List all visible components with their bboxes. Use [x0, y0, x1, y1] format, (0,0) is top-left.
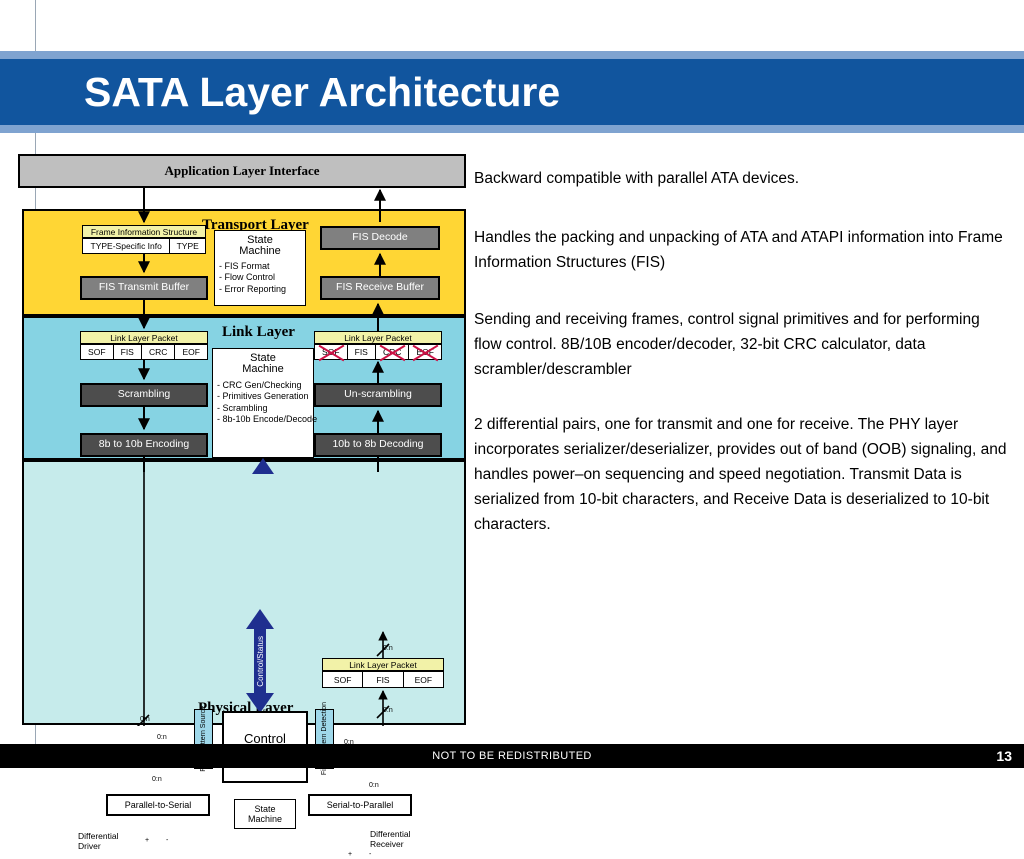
decoding-10b8b-block: 10b to 8b Decoding [314, 433, 442, 457]
link-sm-item: - CRC Gen/Checking [217, 380, 302, 391]
tx-packet-cell-eof: EOF [182, 347, 200, 357]
footer-note: NOT TO BE REDISTRIBUTED [432, 750, 592, 762]
note-paragraph-2: Handles the packing and unpacking of ATA… [474, 229, 1003, 271]
tx-link-layer-packet-header: Link Layer Packet [80, 331, 208, 344]
tx-link-layer-packet-cells: SOF FIS CRC EOF [80, 344, 208, 360]
bus-width-label: 0:n [157, 734, 167, 741]
rx-packet-cell-eof: EOF [409, 345, 441, 359]
rx-link-layer-packet-cells: SOF FIS CRC EOF [314, 344, 442, 360]
dr-line1: Differential [370, 829, 411, 839]
fis-transmit-buffer-block: FIS Transmit Buffer [80, 276, 208, 300]
fps-line2: Source [199, 706, 207, 729]
fis-cell-type: TYPE [176, 241, 199, 251]
page-number: 13 [996, 748, 1012, 764]
parallel-to-serial-block: Parallel-to-Serial [106, 794, 210, 816]
driver-minus-sign: - [166, 837, 169, 844]
serial-to-parallel-block: Serial-to-Parallel [308, 794, 412, 816]
phy-link-layer-packet-header: Link Layer Packet [322, 658, 444, 671]
receiver-minus-sign: - [369, 851, 372, 858]
fpd-line2: Detection [320, 702, 328, 732]
rx-packet-cell-crc: CRC [376, 345, 410, 359]
note-paragraph-1: Backward compatible with parallel ATA de… [474, 170, 800, 187]
dr-line2: Receiver [370, 838, 404, 849]
fis-structure-cells: TYPE-Specific Info TYPE [82, 238, 206, 254]
link-sm-item: - Scrambling [217, 402, 268, 413]
transport-sm-item: - Flow Control [219, 272, 276, 283]
phy-state-machine-block: State Machine [234, 799, 296, 829]
bus-width-label: 0:n [369, 782, 379, 789]
transport-sm-title-line2: Machine [239, 245, 281, 258]
phy-sm-line2: Machine [247, 814, 283, 824]
driver-plus-sign: + [145, 837, 150, 844]
link-state-machine-panel: State Machine - CRC Gen/Checking - Primi… [212, 348, 318, 458]
fis-receive-buffer-block: FIS Receive Buffer [320, 276, 440, 300]
application-layer-interface-block: Application Layer Interface [18, 154, 466, 188]
bus-width-label: 0:n [383, 707, 393, 714]
fis-cell-type-specific-info: TYPE-Specific Info [83, 239, 171, 253]
strikethrough-x-icon [312, 343, 350, 361]
control-status-label: Control/Status [255, 635, 265, 687]
unscrambling-block: Un-scrambling [314, 383, 442, 407]
scrambling-block: Scrambling [80, 383, 208, 407]
bus-width-label: 0:n [383, 645, 393, 652]
strikethrough-x-icon [406, 343, 444, 361]
differential-driver-label: Differential Driver [78, 831, 144, 852]
bus-width-label: 0:n [152, 776, 162, 783]
link-layer-title: Link Layer [222, 324, 295, 340]
receiver-plus-sign: + [348, 851, 353, 858]
phy-packet-cell-fis: FIS [363, 672, 404, 687]
fis-structure-header: Frame Information Structure [82, 225, 206, 238]
bus-width-label: 0:n [140, 716, 150, 723]
phy-link-layer-packet-cells: SOF FIS EOF [322, 671, 444, 688]
differential-receiver-label: Differential Receiver [370, 829, 440, 850]
encoding-8b10b-block: 8b to 10b Encoding [80, 433, 208, 457]
phy-packet-cell-sof: SOF [323, 672, 364, 687]
tx-packet-cell-sof: SOF [81, 345, 114, 359]
dd-line1: Differential [78, 831, 119, 841]
link-sm-item: - Primitives Generation [217, 391, 309, 402]
slide-root: SATA Layer Architecture Application Laye… [0, 0, 1024, 858]
transport-sm-item: - FIS Format [219, 261, 270, 272]
phy-sm-line1: State [254, 803, 276, 814]
notes-column: Backward compatible with parallel ATA de… [474, 166, 1010, 559]
fis-decode-block: FIS Decode [320, 226, 440, 250]
note-paragraph-4: 2 differential pairs, one for transmit a… [474, 416, 1007, 533]
link-sm-title-line2: Machine [242, 363, 284, 376]
sata-layer-diagram: Application Layer Interface Transport La… [18, 154, 466, 858]
page-title: SATA Layer Architecture [84, 69, 561, 115]
rx-packet-cell-sof: SOF [315, 345, 348, 359]
dd-line2: Driver [78, 840, 101, 851]
transport-sm-item: - Error Reporting [219, 283, 287, 294]
tx-packet-cell-fis: FIS [114, 345, 142, 359]
rx-packet-cell-fis: FIS [348, 345, 376, 359]
note-paragraph-3: Sending and receiving frames, control si… [474, 311, 980, 378]
transport-state-machine-panel: State Machine - FIS Format - Flow Contro… [214, 230, 306, 306]
tx-packet-cell-crc: CRC [142, 345, 176, 359]
link-sm-item: - 8b-10b Encode/Decode [217, 413, 318, 424]
phy-packet-cell-eof: EOF [414, 674, 433, 685]
control-status-label-wrap: Control/Status [246, 609, 274, 713]
